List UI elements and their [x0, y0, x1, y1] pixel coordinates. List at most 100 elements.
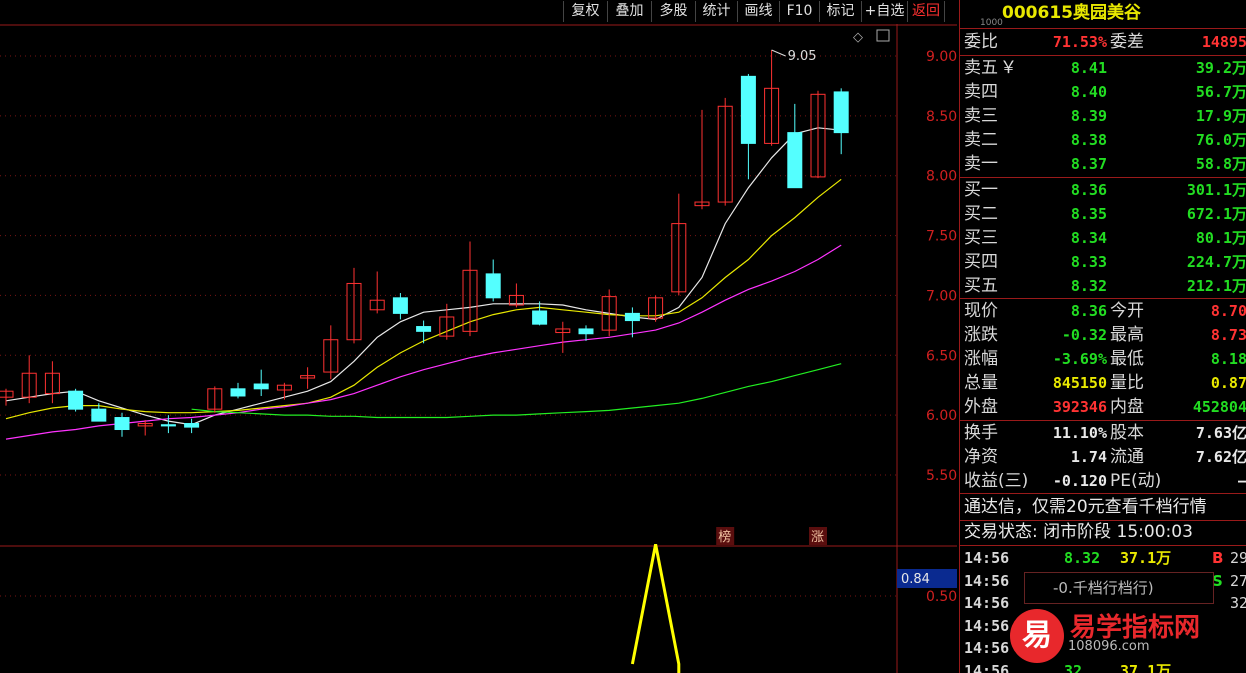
ask-price: 8.39 [1070, 107, 1107, 125]
tick-time: 14:56 [964, 661, 1010, 673]
ask-label: 卖四 [964, 82, 998, 102]
toolbar-button-3[interactable]: 统计 [695, 1, 737, 22]
ask-row[interactable]: 卖二 8.38 76.0万 [960, 129, 1246, 152]
candle-body [114, 417, 130, 431]
bid-row[interactable]: 买五 8.32 212.1万 [960, 275, 1246, 298]
diamond-icon: ◇ [853, 30, 863, 45]
sub-value-label: 0.84 [901, 572, 930, 587]
toolbar-button-5[interactable]: F10 [779, 1, 819, 22]
fundamental-row[interactable]: 换手 11.10% 股本 7.63亿 [960, 422, 1246, 445]
ask-row[interactable]: 卖一 8.37 58.8万 [960, 153, 1246, 176]
ask-row[interactable]: 卖三 8.39 17.9万 [960, 105, 1246, 128]
candle-body [578, 328, 594, 335]
quote-label-2: 最高 [1110, 325, 1144, 345]
toolbar-button-2[interactable]: 多股 [651, 1, 695, 22]
bid-price: 8.32 [1070, 277, 1107, 295]
overlay-text: -0.千档行档行) [1053, 579, 1154, 597]
fund-label: 净资 [964, 447, 998, 467]
ask-price: 8.40 [1070, 83, 1107, 101]
bid-volume: 672.1万 [1186, 205, 1246, 223]
ask-label: 卖一 [964, 154, 998, 174]
quote-value-2: 8.18 [1210, 350, 1246, 368]
y-tick-label: 7.00 [926, 288, 957, 304]
toolbar-button-0[interactable]: 复权 [563, 1, 607, 22]
fund-value-2: — [1238, 470, 1246, 493]
bid-row[interactable]: 买三 8.34 80.1万 [960, 227, 1246, 250]
bid-volume: 80.1万 [1195, 229, 1246, 247]
ask-price: 8.38 [1070, 131, 1107, 149]
y-tick-label: 5.50 [926, 468, 957, 484]
ask-row[interactable]: 卖五 ￥ 8.41 39.2万 [960, 57, 1246, 80]
ask-label: 卖二 [964, 130, 998, 150]
fundamental-row[interactable]: 收益(三) -0.120PE(动) — [960, 470, 1246, 493]
fundamental-row[interactable]: 净资 1.74 流通 7.62亿 [960, 446, 1246, 469]
quote-label-2: 内盘 [1110, 397, 1144, 417]
kline-chart-svg: 9.00 8.50 8.00 7.50 7.00 6.50 6.00 5.50 ◇ 9.05 榜 涨 0… [0, 24, 957, 673]
quote-row[interactable]: 现价 8.36 今开 8.70 [960, 300, 1246, 323]
fund-value: 11.10% [1052, 424, 1107, 442]
fund-value-2: 7.63亿 [1195, 424, 1246, 442]
toolbar-button-6[interactable]: 标记 [819, 1, 861, 22]
tick-row: 14:56 [960, 615, 1246, 637]
stock-code-name[interactable]: 000615奥园美谷 [1002, 2, 1141, 25]
bid-row[interactable]: 买二 8.35 672.1万 [960, 203, 1246, 226]
kline-chart-area[interactable]: 9.00 8.50 8.00 7.50 7.00 6.50 6.00 5.50 ◇ 9.05 榜 涨 0… [0, 24, 957, 673]
toolbar-button-7[interactable]: +自选 [861, 1, 907, 22]
quote-value: -0.32 [1061, 326, 1107, 344]
candle-body [740, 75, 756, 144]
tick-time: 14:56 [964, 549, 1010, 567]
ask-volume: 58.8万 [1195, 155, 1246, 173]
ask-label: 卖五 [964, 58, 998, 78]
toolbar-button-8[interactable]: 返回 [907, 1, 945, 22]
quote-row[interactable]: 涨幅 -3.69% 最低 8.18 [960, 348, 1246, 371]
thousand-level-overlay: -0.千档行档行) [1024, 572, 1214, 604]
candle-body [624, 312, 640, 322]
candle-body [68, 390, 84, 410]
weibi-row: 委比 71.53% 委差 14895 [960, 31, 1246, 54]
ask-price: 8.37 [1070, 155, 1107, 173]
quote-label: 涨跌 [964, 325, 998, 345]
bid-label: 买一 [964, 180, 998, 200]
weicha-value: 14895 [1201, 33, 1246, 51]
bid-label: 买五 [964, 276, 998, 296]
restore-icon [876, 29, 890, 42]
weibi-label: 委比 [964, 32, 998, 52]
upgrade-notice[interactable]: 通达信，仅需20元查看千档行情 [960, 496, 1246, 519]
fund-label-2: 股本 [1110, 423, 1144, 443]
ask-volume: 39.2万 [1195, 59, 1246, 77]
quote-value-2: 8.73 [1210, 326, 1246, 344]
fund-value: 1.74 [1070, 448, 1107, 466]
tick-volume: 37.1万 [1120, 549, 1172, 567]
tick-price: 32 [1064, 661, 1083, 673]
bid-row[interactable]: 买一 8.36 301.1万 [960, 179, 1246, 202]
candle-body [833, 91, 849, 134]
candle-body [392, 297, 408, 314]
chart-toolbar: 复权 叠加 多股 统计 画线 F10 标记 +自选 返回 [0, 0, 957, 24]
fund-label-2: PE(动) [1110, 471, 1162, 491]
quote-row[interactable]: 总量 845150 量比 0.87 [960, 372, 1246, 395]
y-tick-label: 8.50 [926, 109, 957, 125]
quote-label-2: 量比 [1110, 373, 1144, 393]
fund-label: 换手 [964, 423, 998, 443]
candle-body [230, 388, 246, 397]
quote-label: 总量 [964, 373, 998, 393]
tick-volume: 37.1万 [1120, 661, 1172, 673]
bid-price: 8.34 [1070, 229, 1107, 247]
quote-label-2: 今开 [1110, 301, 1144, 321]
quote-label: 现价 [964, 301, 998, 321]
quote-row[interactable]: 涨跌 -0.32 最高 8.73 [960, 324, 1246, 347]
candle-body [91, 408, 107, 422]
weicha-label: 委差 [1110, 32, 1144, 52]
candle-body [184, 423, 200, 428]
quote-row[interactable]: 外盘 392346 内盘 452804 [960, 396, 1246, 419]
quote-value: 845150 [1052, 374, 1107, 392]
event-marker-label: 涨 [811, 530, 824, 545]
toolbar-button-4[interactable]: 画线 [737, 1, 779, 22]
bid-row[interactable]: 买四 8.33 224.7万 [960, 251, 1246, 274]
stock-code: 000615 [1002, 3, 1073, 23]
ask-row[interactable]: 卖四 8.40 56.7万 [960, 81, 1246, 104]
tick-row: 14:56 [960, 637, 1246, 659]
toolbar-button-1[interactable]: 叠加 [607, 1, 651, 22]
tick-time: 14:56 [964, 571, 1010, 590]
ask-flag: ￥ [1000, 58, 1017, 78]
